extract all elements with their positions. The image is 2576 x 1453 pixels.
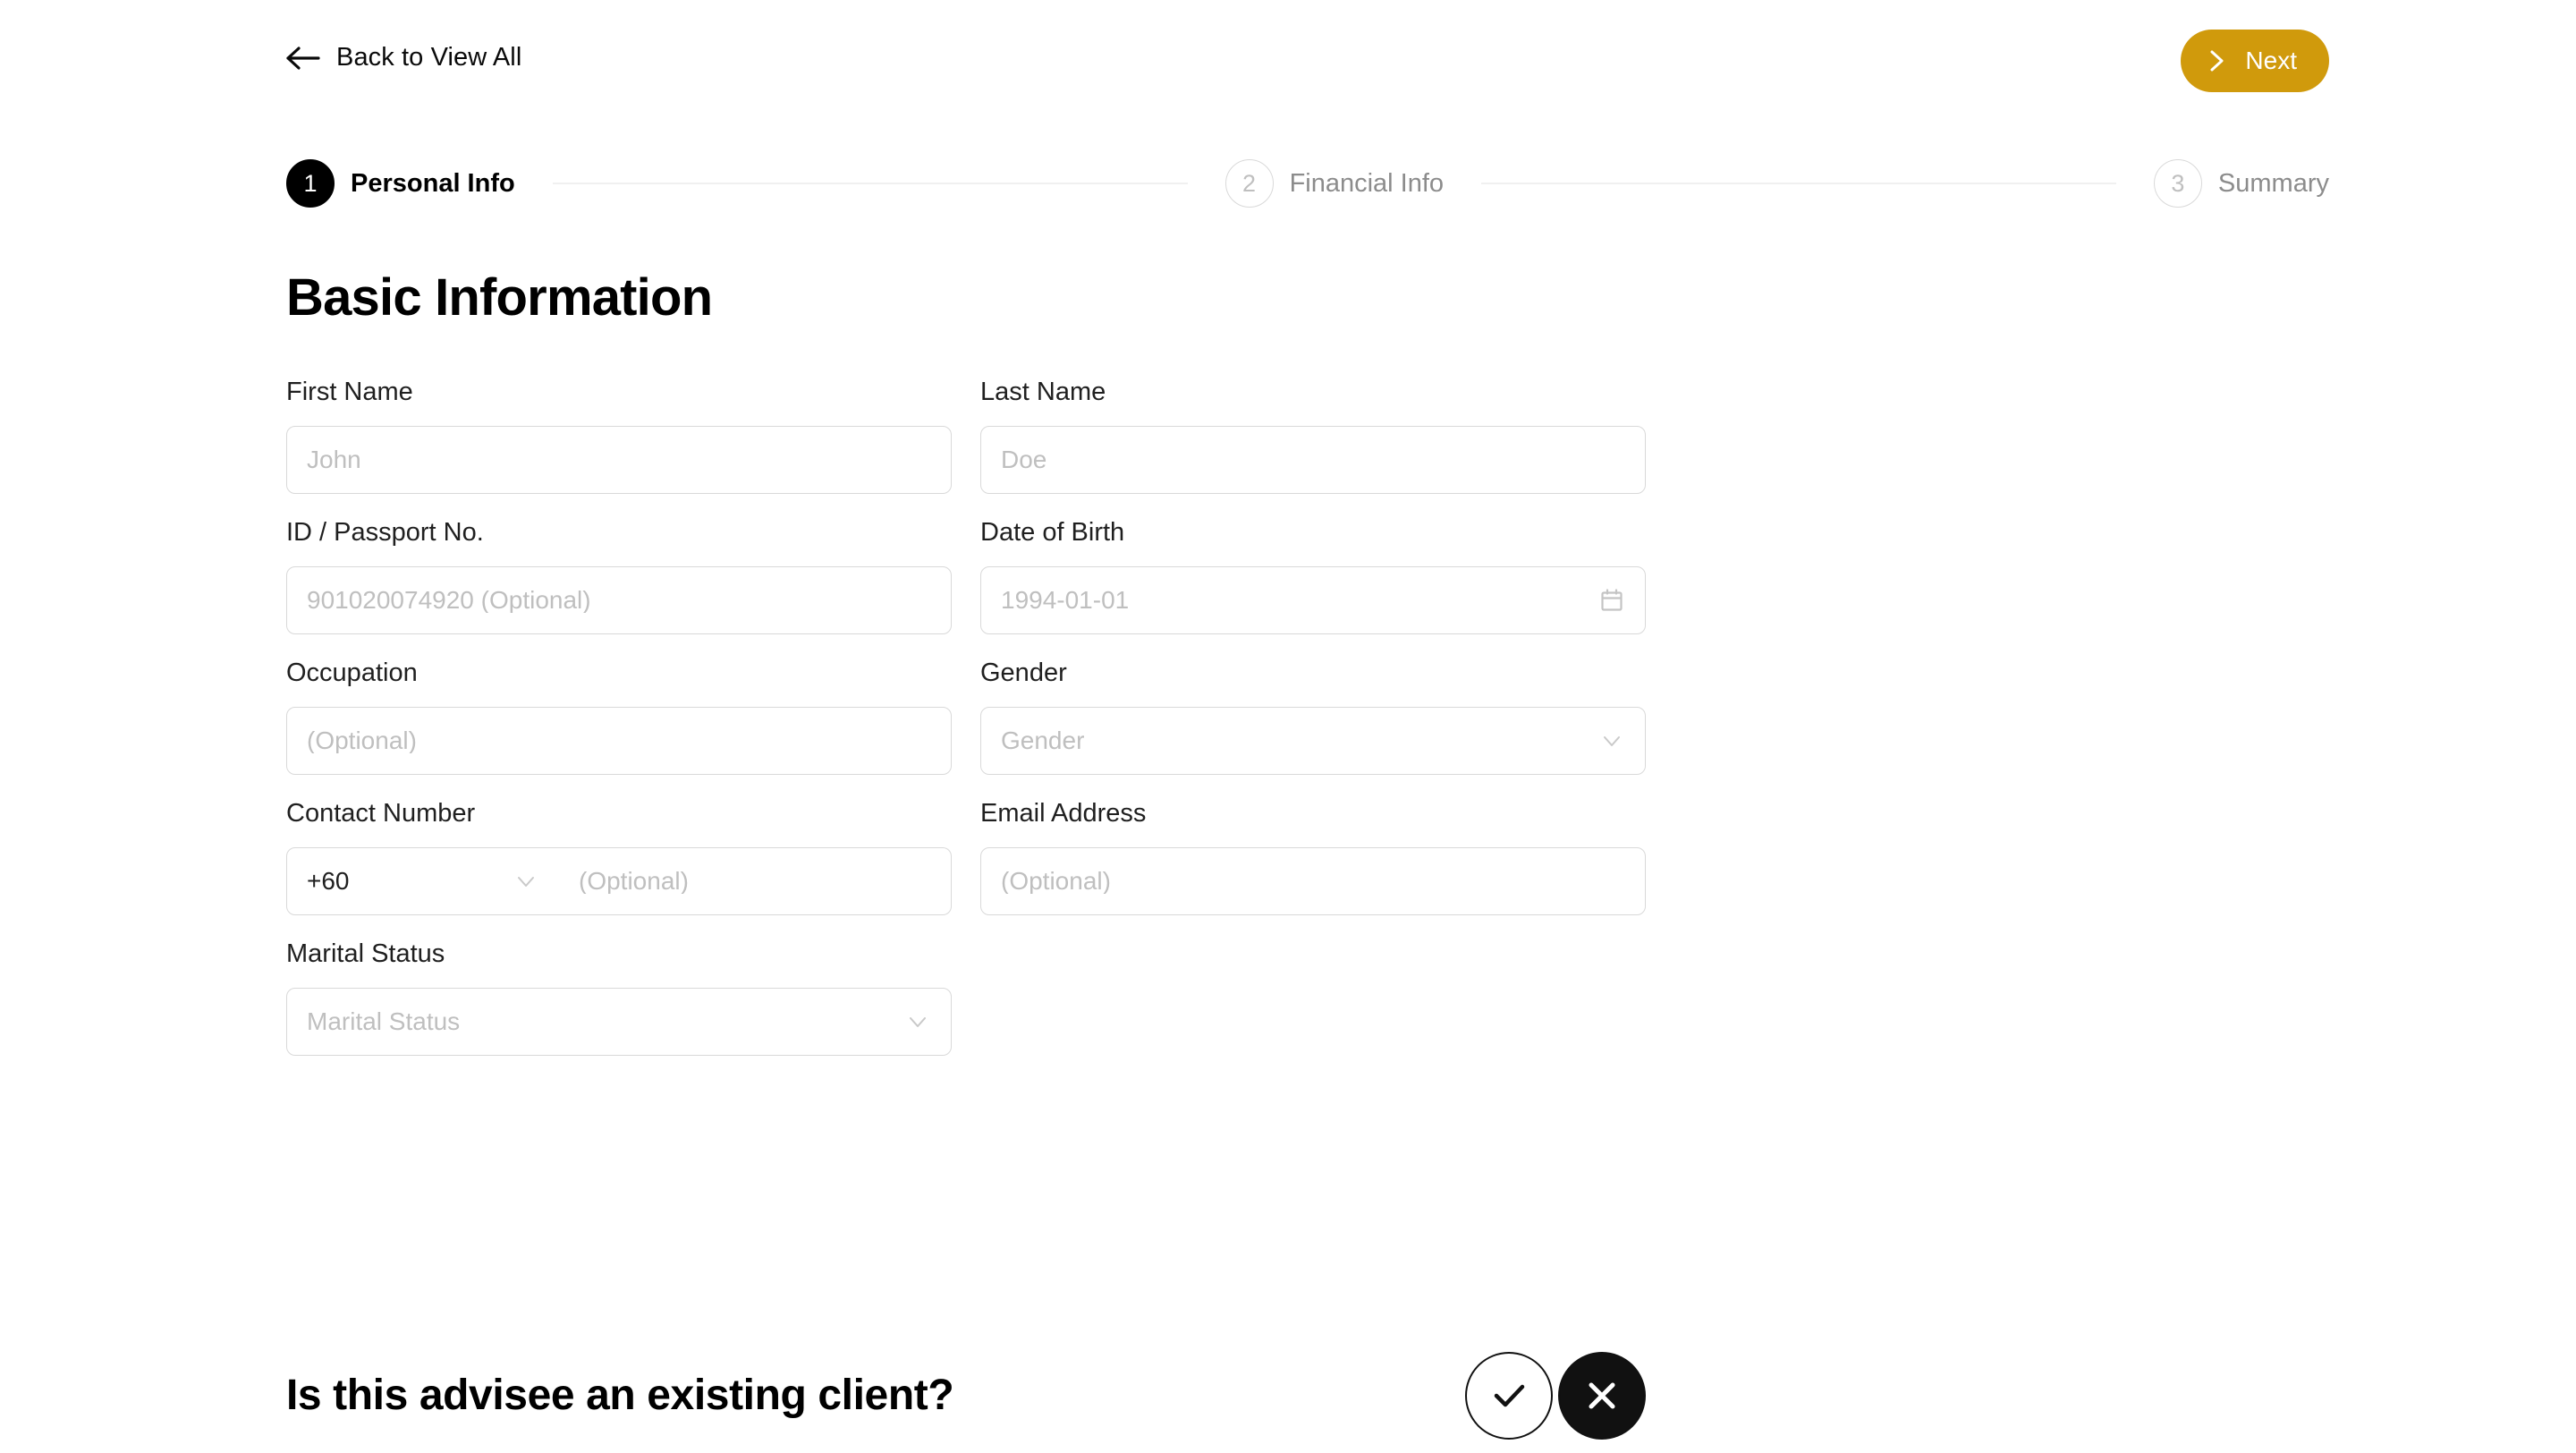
email-address-placeholder: (Optional) — [1001, 868, 1111, 894]
calendar-icon[interactable] — [1598, 587, 1625, 614]
country-code-select[interactable]: +60 — [286, 846, 560, 915]
stepper-connector-2 — [1481, 183, 2116, 184]
id-passport-label: ID / Passport No. — [286, 517, 484, 547]
email-address-input[interactable]: (Optional) — [980, 846, 1646, 915]
chevron-right-icon — [2210, 50, 2224, 72]
next-button[interactable]: Next — [2181, 30, 2329, 92]
email-address-label: Email Address — [980, 798, 1147, 828]
arrow-left-icon — [286, 46, 320, 70]
gender-placeholder: Gender — [1001, 727, 1085, 753]
page-title: Basic Information — [286, 268, 713, 327]
form-row: First Name John Last Name Doe — [286, 377, 1646, 494]
field-id-passport: ID / Passport No. 901020074920 (Optional… — [286, 517, 952, 634]
stepper-step-summary[interactable]: 3 Summary — [2153, 159, 2329, 208]
form-row: ID / Passport No. 901020074920 (Optional… — [286, 517, 1646, 634]
field-last-name: Last Name Doe — [980, 377, 1646, 494]
step-label: Personal Info — [351, 168, 515, 198]
form-row: Marital Status Marital Status — [286, 939, 1646, 1056]
first-name-input[interactable]: John — [286, 425, 952, 494]
chevron-down-icon[interactable] — [513, 868, 539, 895]
x-icon — [1589, 1382, 1615, 1409]
stepper-connector-1 — [552, 183, 1188, 184]
basic-information-form: First Name John Last Name Doe ID / Passp… — [286, 377, 1646, 1056]
field-email-address: Email Address (Optional) — [980, 798, 1646, 915]
chevron-down-icon[interactable] — [1598, 727, 1625, 754]
date-of-birth-placeholder: 1994-01-01 — [1001, 587, 1130, 613]
step-number-badge: 2 — [1224, 159, 1274, 208]
contact-number-input[interactable]: (Optional) — [559, 846, 952, 915]
last-name-label: Last Name — [980, 377, 1106, 406]
gender-label: Gender — [980, 658, 1067, 687]
country-code-value: +60 — [307, 868, 350, 894]
top-bar: Back to View All Next — [0, 0, 2576, 131]
next-button-label: Next — [2245, 47, 2297, 74]
occupation-placeholder: (Optional) — [307, 727, 417, 753]
existing-client-section: Is this advisee an existing client? — [286, 1351, 1646, 1440]
existing-client-question: Is this advisee an existing client? — [286, 1372, 954, 1419]
back-to-view-all-link[interactable]: Back to View All — [286, 45, 521, 71]
date-of-birth-input[interactable]: 1994-01-01 — [980, 565, 1646, 634]
step-label: Financial Info — [1289, 168, 1445, 198]
stepper-step-financial-info[interactable]: 2 Financial Info — [1224, 159, 1445, 208]
date-of-birth-label: Date of Birth — [980, 517, 1125, 547]
field-first-name: First Name John — [286, 377, 952, 494]
marital-status-placeholder: Marital Status — [307, 1008, 461, 1034]
id-passport-placeholder: 901020074920 (Optional) — [307, 587, 591, 613]
step-number-badge: 1 — [286, 159, 335, 208]
field-contact-number: Contact Number +60 (Optional) — [286, 798, 952, 915]
contact-number-group: +60 (Optional) — [286, 846, 952, 915]
last-name-input[interactable]: Doe — [980, 425, 1646, 494]
occupation-label: Occupation — [286, 658, 418, 687]
progress-stepper: 1 Personal Info 2 Financial Info 3 Summa… — [286, 157, 2329, 210]
existing-client-toggle-group — [1465, 1352, 1646, 1440]
stepper-step-personal-info[interactable]: 1 Personal Info — [286, 159, 515, 208]
chevron-down-icon[interactable] — [904, 1008, 931, 1035]
contact-number-label: Contact Number — [286, 798, 476, 828]
occupation-input[interactable]: (Optional) — [286, 706, 952, 775]
field-date-of-birth: Date of Birth 1994-01-01 — [980, 517, 1646, 634]
field-gender: Gender Gender — [980, 658, 1646, 775]
step-label: Summary — [2217, 168, 2329, 198]
marital-status-select[interactable]: Marital Status — [286, 987, 952, 1056]
step-number-badge: 3 — [2153, 159, 2202, 208]
gender-select[interactable]: Gender — [980, 706, 1646, 775]
existing-client-yes-button[interactable] — [1465, 1352, 1553, 1440]
back-link-label: Back to View All — [336, 43, 522, 72]
contact-number-placeholder: (Optional) — [579, 868, 689, 894]
check-icon — [1494, 1384, 1525, 1407]
first-name-placeholder: John — [307, 446, 361, 472]
form-row: Occupation (Optional) Gender Gender — [286, 658, 1646, 775]
existing-client-no-button[interactable] — [1558, 1352, 1646, 1440]
marital-status-label: Marital Status — [286, 939, 445, 968]
last-name-placeholder: Doe — [1001, 446, 1047, 472]
form-row: Contact Number +60 (Optional) Email Addr… — [286, 798, 1646, 915]
field-marital-status: Marital Status Marital Status — [286, 939, 952, 1056]
form-content: Basic Information First Name John Last N… — [286, 268, 2290, 1082]
id-passport-input[interactable]: 901020074920 (Optional) — [286, 565, 952, 634]
field-occupation: Occupation (Optional) — [286, 658, 952, 775]
first-name-label: First Name — [286, 377, 413, 406]
advisee-form-page: Back to View All Next 1 Personal Info 2 … — [0, 0, 2576, 1453]
